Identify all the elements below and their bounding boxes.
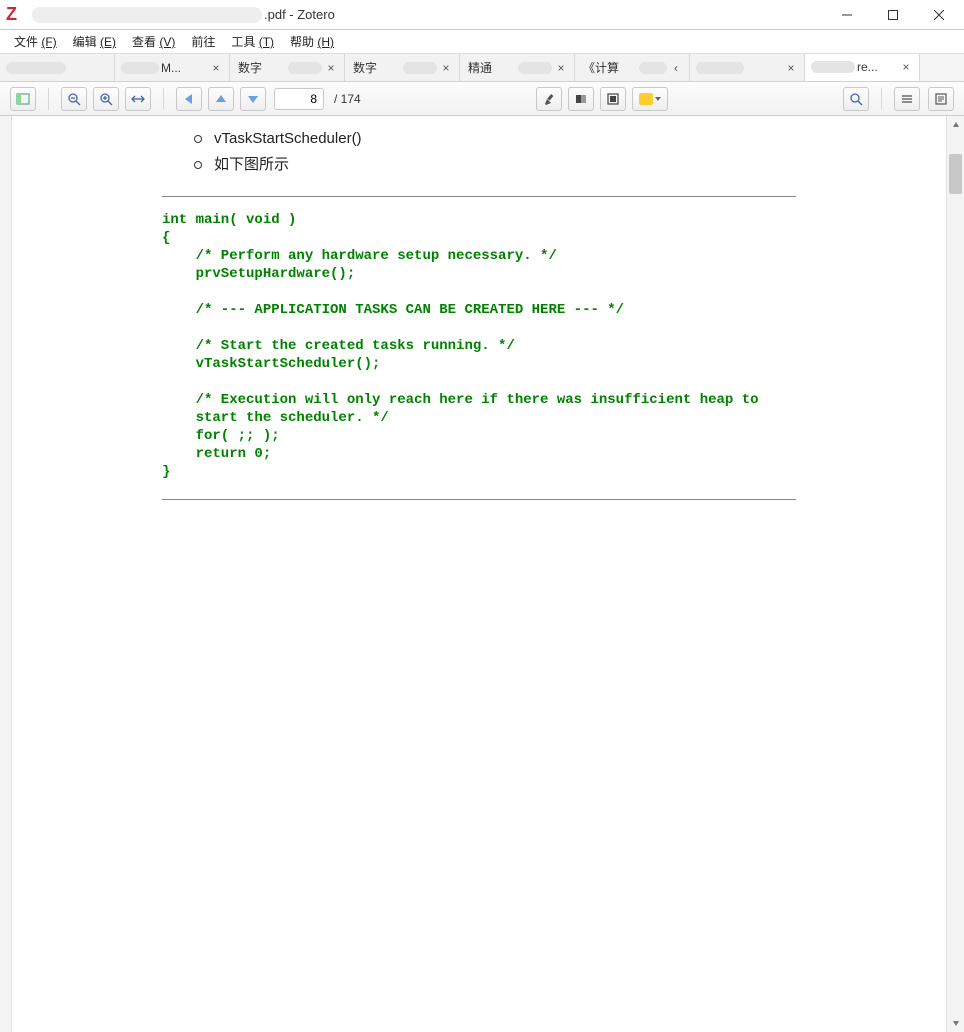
nav-down-button[interactable] — [240, 87, 266, 111]
menu-tools[interactable]: 工具 (T) — [223, 31, 282, 52]
menu-bar: 文件 (F) 编辑 (E) 查看 (V) 前往 工具 (T) 帮助 (H) — [0, 30, 964, 54]
title-suffix: .pdf - Zotero — [264, 7, 335, 22]
page-number-input[interactable] — [274, 88, 324, 110]
close-icon[interactable]: × — [899, 60, 913, 74]
nav-up-button[interactable] — [208, 87, 234, 111]
tab-item-6[interactable]: × — [690, 54, 805, 81]
chevron-down-icon — [655, 97, 661, 101]
scrollbar-track[interactable] — [947, 134, 964, 1014]
tab-item-3[interactable]: 数字 × — [345, 54, 460, 81]
close-icon[interactable]: × — [554, 61, 568, 75]
menu-file[interactable]: 文件 (F) — [6, 31, 65, 52]
left-gutter[interactable] — [0, 116, 12, 1032]
scroll-down-icon[interactable] — [947, 1014, 964, 1032]
horizontal-rule — [162, 499, 796, 500]
tab-label-redacted — [288, 62, 322, 74]
workspace: vTaskStartScheduler() 如下图所示 int main( vo… — [0, 116, 964, 1032]
tab-label-redacted — [696, 62, 744, 74]
zoom-group — [61, 87, 151, 111]
code-block: int main( void ) { /* Perform any hardwa… — [162, 211, 796, 481]
highlight-tool-button[interactable] — [536, 87, 562, 111]
list-item: vTaskStartScheduler() — [192, 126, 946, 152]
tab-label-redacted — [6, 62, 66, 74]
menu-go[interactable]: 前往 — [183, 31, 223, 52]
tab-item-4[interactable]: 精通 × — [460, 54, 575, 81]
vertical-scrollbar[interactable] — [946, 116, 964, 1032]
close-icon[interactable]: × — [324, 61, 338, 75]
tab-item-active[interactable]: re... × — [805, 54, 920, 81]
annotation-color-button[interactable] — [632, 87, 668, 111]
window-minimize-button[interactable] — [824, 0, 870, 30]
tab-label-redacted — [403, 62, 437, 74]
tab-label-redacted — [639, 62, 667, 74]
color-swatch-icon — [639, 93, 653, 105]
window-close-button[interactable] — [916, 0, 962, 30]
close-icon[interactable]: × — [439, 61, 453, 75]
tab-label-redacted — [811, 61, 855, 73]
menu-help[interactable]: 帮助 (H) — [282, 31, 342, 52]
horizontal-rule — [162, 196, 796, 197]
window-title: .pdf - Zotero — [32, 7, 335, 23]
zoom-out-button[interactable] — [61, 87, 87, 111]
title-redacted — [32, 7, 262, 23]
nav-group — [176, 87, 266, 111]
page-total-label: / 174 — [334, 92, 361, 106]
tab-item-5[interactable]: 《计算 ‹ — [575, 54, 690, 81]
tab-strip: M... × 数字 × 数字 × 精通 × 《计算 ‹ × re... × — [0, 54, 964, 82]
menu-view[interactable]: 查看 (V) — [124, 31, 183, 52]
tab-label-redacted — [518, 62, 552, 74]
tab-label-redacted — [121, 62, 159, 74]
pdf-page: vTaskStartScheduler() 如下图所示 int main( vo… — [12, 116, 946, 500]
pdf-viewport[interactable]: vTaskStartScheduler() 如下图所示 int main( vo… — [12, 116, 946, 1032]
zoom-in-button[interactable] — [93, 87, 119, 111]
pdf-toolbar: / 174 — [0, 82, 964, 116]
window-maximize-button[interactable] — [870, 0, 916, 30]
list-item: 如下图所示 — [192, 152, 946, 178]
tab-item-2[interactable]: 数字 × — [230, 54, 345, 81]
tab-item-1[interactable]: M... × — [115, 54, 230, 81]
menu-edit[interactable]: 编辑 (E) — [65, 31, 124, 52]
close-icon[interactable]: ‹ — [669, 61, 683, 75]
toggle-notes-pane-button[interactable] — [928, 87, 954, 111]
window-titlebar: Z .pdf - Zotero — [0, 0, 964, 30]
close-icon[interactable]: × — [209, 61, 223, 75]
app-logo-icon: Z — [6, 5, 26, 25]
nav-back-button[interactable] — [176, 87, 202, 111]
annotate-group — [536, 87, 668, 111]
scrollbar-thumb[interactable] — [949, 154, 962, 194]
toggle-sidebar-button[interactable] — [10, 87, 36, 111]
zoom-fit-button[interactable] — [125, 87, 151, 111]
note-tool-button[interactable] — [568, 87, 594, 111]
find-button[interactable] — [843, 87, 869, 111]
scroll-up-icon[interactable] — [947, 116, 964, 134]
toggle-context-pane-button[interactable] — [894, 87, 920, 111]
tab-library[interactable] — [0, 54, 115, 81]
area-tool-button[interactable] — [600, 87, 626, 111]
bullet-list: vTaskStartScheduler() 如下图所示 — [192, 126, 946, 178]
close-icon[interactable]: × — [784, 61, 798, 75]
